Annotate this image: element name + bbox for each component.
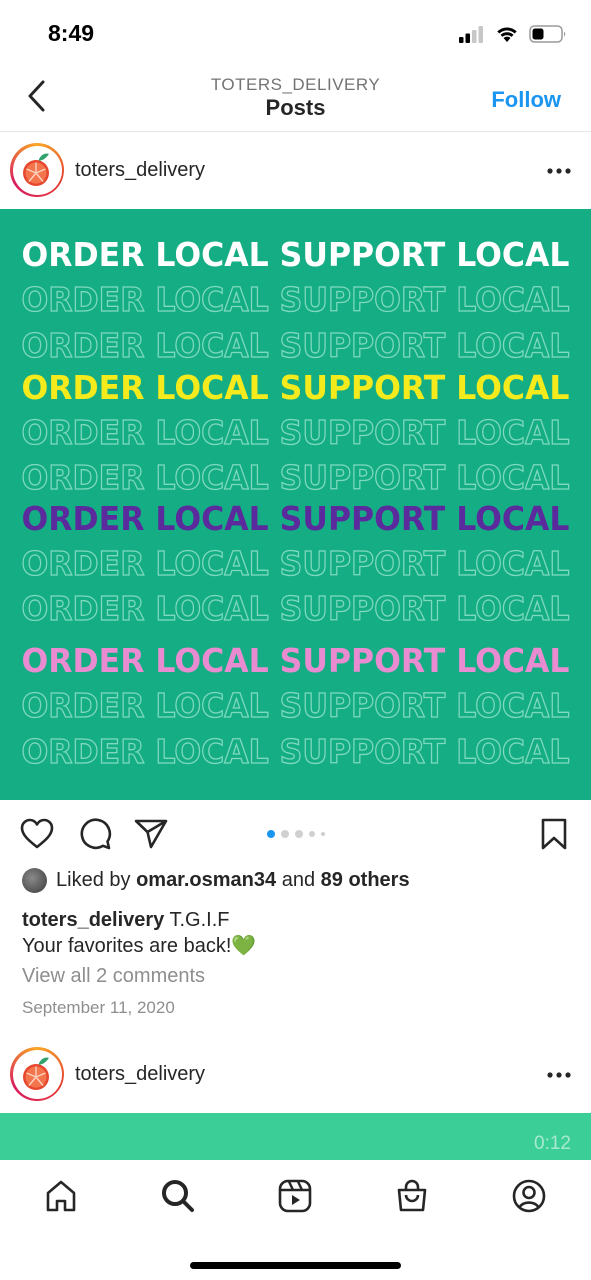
more-options-button[interactable] [547,159,571,183]
likes-row[interactable]: Liked by omar.osman34 and 89 others [22,868,410,893]
home-icon [46,1180,76,1212]
caption-line-1: T.G.I.F [169,909,230,931]
tab-reels[interactable] [275,1176,315,1216]
avatar[interactable] [10,143,64,197]
liked-by-prefix: Liked by [56,869,131,891]
tab-bar [0,1160,591,1280]
poster-text-line: ORDER LOCAL SUPPORT LOCAL [22,732,570,771]
grapefruit-logo-icon [23,1057,49,1090]
carousel-dot [280,830,289,838]
liker-avatar [22,868,47,893]
status-time: 8:49 [48,20,95,46]
video-timestamp: 0:12 [534,1133,571,1154]
tab-home[interactable] [41,1176,81,1216]
more-dots-icon [547,168,571,174]
next-post-video[interactable]: 0:12 [0,1113,591,1163]
more-dots-icon [547,1072,571,1078]
poster-text-line: ORDER LOCAL SUPPORT LOCAL [22,499,570,538]
tab-shop[interactable] [392,1176,432,1216]
poster-text-line: ORDER LOCAL SUPPORT LOCAL [22,641,570,680]
poster-text-line: ORDER LOCAL SUPPORT LOCAL [22,686,570,725]
poster-text-line: ORDER LOCAL SUPPORT LOCAL [22,458,570,497]
next-post-header: toters_delivery [0,1037,591,1113]
poster-text-line: ORDER LOCAL SUPPORT LOCAL [22,235,570,274]
carousel-dot [320,832,325,836]
poster-text-line: ORDER LOCAL SUPPORT LOCAL [22,368,570,407]
reels-icon [278,1179,312,1213]
poster-text-line: ORDER LOCAL SUPPORT LOCAL [22,413,570,452]
caption-line-2: Your favorites are back!💚 [22,935,257,957]
post-actions [0,810,591,860]
carousel-dot [294,830,303,838]
more-options-button[interactable] [547,1063,571,1087]
status-icons [459,24,567,49]
post-caption: toters_delivery T.G.I.F Your favorites a… [22,907,572,959]
post-image[interactable]: ORDER LOCAL SUPPORT LOCAL ORDER LOCAL SUP… [0,209,591,800]
home-indicator[interactable] [190,1262,401,1269]
carousel-indicator [0,830,591,838]
carousel-dot [308,831,315,837]
poster-text-line: ORDER LOCAL SUPPORT LOCAL [22,589,570,628]
shop-icon [397,1179,427,1212]
cellular-signal-icon [459,25,485,48]
poster-graphic: ORDER LOCAL SUPPORT LOCALORDER LOCAL SUP… [21,235,570,772]
poster-text-line: ORDER LOCAL SUPPORT LOCAL [22,544,570,583]
post-header: toters_delivery [0,133,591,209]
status-bar: 8:49 [0,0,591,62]
post-username[interactable]: toters_delivery [75,1063,205,1086]
poster-text-line: ORDER LOCAL SUPPORT LOCAL [22,280,570,319]
battery-icon [529,24,567,49]
poster-text-line: ORDER LOCAL SUPPORT LOCAL [22,326,570,365]
carousel-dot [266,830,275,838]
post-date: September 11, 2020 [22,998,175,1017]
liked-by-user[interactable]: omar.osman34 [136,869,276,891]
liked-by-and: and [281,869,316,891]
save-button[interactable] [536,816,572,852]
nav-header: TOTERS_DELIVERY Posts Follow [0,62,591,132]
view-comments-link[interactable]: View all 2 comments [22,965,205,988]
caption-username[interactable]: toters_delivery [22,909,164,931]
liked-by-others[interactable]: 89 others [321,869,410,891]
search-icon [162,1180,194,1212]
follow-button[interactable]: Follow [491,87,561,113]
profile-icon [512,1179,546,1213]
avatar[interactable] [10,1047,64,1101]
grapefruit-logo-icon [23,153,49,186]
wifi-icon [495,25,519,48]
tab-profile[interactable] [509,1176,549,1216]
tab-search[interactable] [158,1176,198,1216]
post-username[interactable]: toters_delivery [75,159,205,182]
bookmark-icon [541,818,567,850]
